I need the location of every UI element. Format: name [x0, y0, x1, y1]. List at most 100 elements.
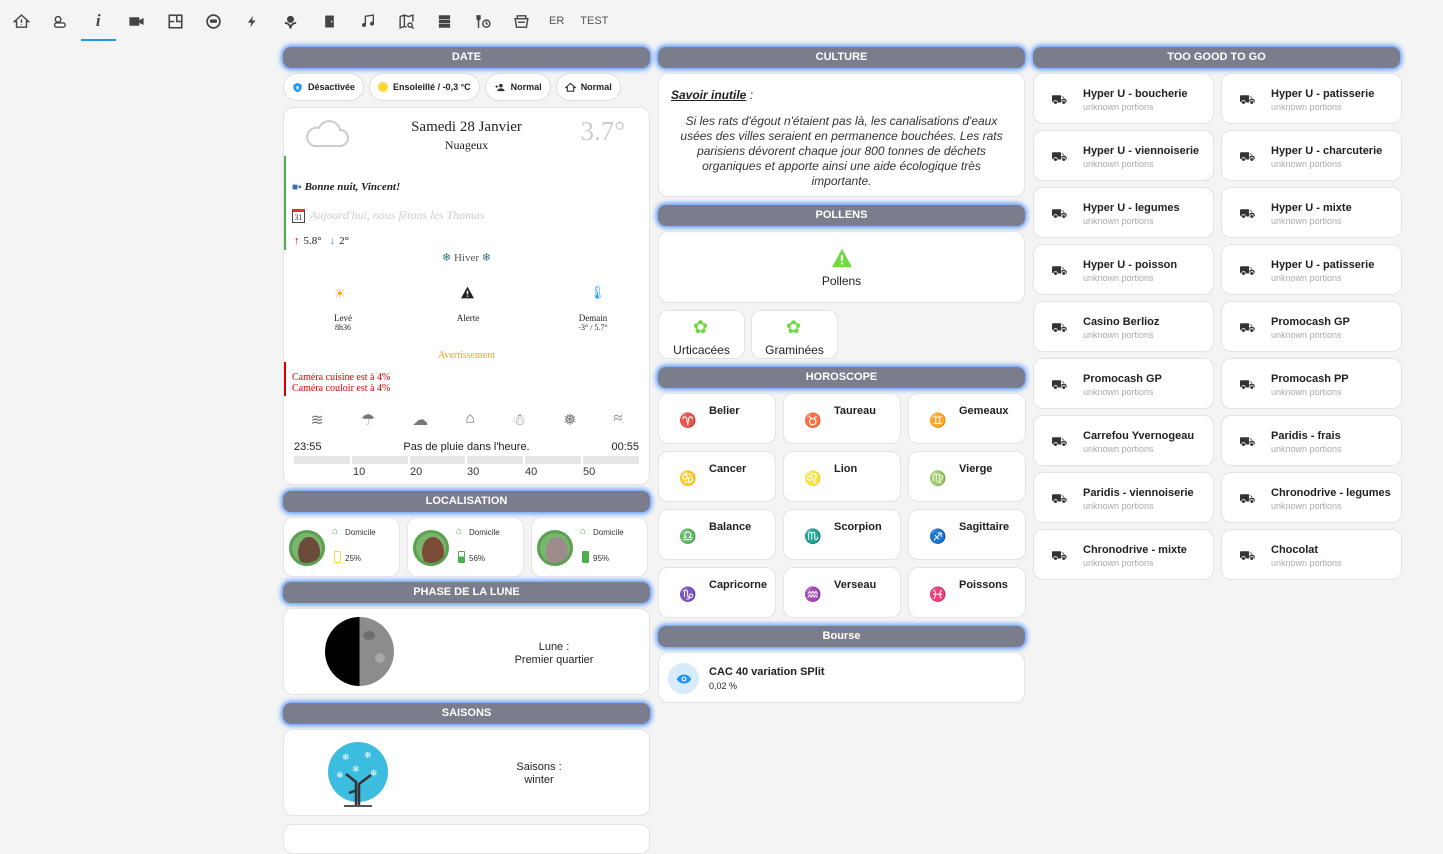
store-card[interactable]: ⛟ Hyper U - patisserie unknown portions	[1221, 244, 1402, 295]
store-portions: unknown portions	[1271, 387, 1342, 397]
floorplan-icon[interactable]	[156, 1, 195, 41]
store-card[interactable]: ⛟ Chocolat unknown portions	[1221, 529, 1402, 580]
culture-card[interactable]: Savoir inutile : Si les rats d'égout n'é…	[658, 73, 1025, 197]
map-search-icon[interactable]	[387, 1, 426, 41]
rain-forecast: 23:55 Pas de pluie dans l'heure. 00:55	[294, 441, 639, 453]
sign-card[interactable]: ♐ Sagittaire	[908, 509, 1026, 560]
pollen-card-graminees[interactable]: ✿ Graminées	[751, 310, 838, 359]
alarm-chip[interactable]: Désactivée	[283, 73, 365, 101]
sign-card[interactable]: ♊ Gemeaux	[908, 393, 1026, 444]
store-card[interactable]: ⛟ Carrefou Yvernogeau unknown portions	[1033, 415, 1214, 466]
sign-card[interactable]: ♒ Verseau	[783, 567, 901, 618]
store-card[interactable]: ⛟ Hyper U - patisserie unknown portions	[1221, 73, 1402, 124]
basket-icon: ⛟	[1051, 149, 1068, 164]
person-status: Domicile	[593, 528, 624, 537]
sign-card[interactable]: ♎ Balance	[658, 509, 776, 560]
zodiac-icon: ♈	[679, 412, 697, 428]
weather-card[interactable]: Samedi 28 Janvier Nuageux 3.7° ■▪ Bonne n…	[283, 107, 650, 485]
weather-icon[interactable]	[41, 1, 80, 41]
home-mode-chip[interactable]: Normal	[555, 73, 621, 101]
snow-cloud-icon: ☃	[511, 412, 527, 429]
zodiac-icon: ♑	[679, 586, 697, 602]
store-card[interactable]: ⛟ Hyper U - legumes unknown portions	[1033, 187, 1214, 238]
store-card[interactable]: ⛟ Promocash GP unknown portions	[1033, 358, 1214, 409]
weather-chip-label: Ensoleillé / -0,3 °C	[393, 82, 471, 92]
robot-vacuum-icon[interactable]	[195, 1, 234, 41]
sign-name: Belier	[709, 405, 740, 417]
person-card[interactable]: ⌂ Domicile 95%	[531, 517, 648, 577]
seasons-card[interactable]: ❄ ❄ ❄ ❄ ❄ Saisons : winter	[283, 729, 650, 816]
sign-card[interactable]: ♑ Capricorne	[658, 567, 776, 618]
door-icon[interactable]	[310, 1, 349, 41]
sign-card[interactable]: ♏ Scorpion	[783, 509, 901, 560]
sign-name: Gemeaux	[959, 405, 1009, 417]
pollen-card-urticacees[interactable]: ✿ Urticacées	[658, 310, 745, 359]
horoscope-grid: ♈ Belier ♉ Taureau ♊ Gemeaux ♋ Cancer ♌ Lion …	[658, 393, 1026, 618]
column-right: TOO GOOD TO GO ⛟ Hyper U - boucherie unkno…	[1033, 47, 1402, 580]
sign-card[interactable]: ♉ Taureau	[783, 393, 901, 444]
pollens-card[interactable]: Pollens	[658, 231, 1025, 303]
person-card[interactable]: ⌂ Domicile 25%	[283, 517, 400, 577]
presence-chip[interactable]: Normal	[484, 73, 551, 101]
store-card[interactable]: ⛟ Paridis - viennoiserie unknown portions	[1033, 472, 1214, 523]
tools-icon[interactable]	[464, 1, 503, 41]
basket-icon: ⛟	[1051, 548, 1068, 563]
sign-card[interactable]: ♋ Cancer	[658, 451, 776, 502]
music-icon[interactable]	[349, 1, 388, 41]
store-name: Paridis - frais	[1271, 430, 1341, 442]
tick-label: 50	[583, 466, 596, 478]
store-card[interactable]: ⛟ Paridis - frais unknown portions	[1221, 415, 1402, 466]
rain-cloud-icon: ☂	[360, 412, 376, 429]
tab-test[interactable]: TEST	[572, 1, 616, 41]
store-card[interactable]: ⛟ Hyper U - poisson unknown portions	[1033, 244, 1214, 295]
store-card[interactable]: ⛟ Chronodrive - mixte unknown portions	[1033, 529, 1214, 580]
store-card[interactable]: ⛟ Hyper U - charcuterie unknown portions	[1221, 130, 1402, 181]
store-card[interactable]: ⛟ Hyper U - viennoiserie unknown portions	[1033, 130, 1214, 181]
store-name: Hyper U - legumes	[1083, 202, 1180, 214]
basket-icon: ⛟	[1239, 491, 1256, 506]
feeder-icon[interactable]	[503, 1, 542, 41]
home-icon: ⌂	[456, 526, 463, 537]
presence-chip-label: Normal	[510, 82, 542, 92]
tgtg-grid: ⛟ Hyper U - boucherie unknown portions ⛟ Hy…	[1033, 73, 1402, 580]
store-card[interactable]: ⛟ Promocash GP unknown portions	[1221, 301, 1402, 352]
moon-card[interactable]: Lune : Premier quartier	[283, 608, 650, 695]
flower-icon[interactable]	[272, 1, 311, 41]
sign-name: Balance	[709, 521, 752, 533]
rain-timeline	[294, 456, 639, 464]
zodiac-icon: ♍	[929, 470, 947, 486]
store-name: Carrefou Yvernogeau	[1083, 430, 1195, 442]
store-card[interactable]: ⛟ Promocash PP unknown portions	[1221, 358, 1402, 409]
home-alert-icon[interactable]	[2, 1, 41, 41]
sign-card[interactable]: ♈ Belier	[658, 393, 776, 444]
rain-start-time: 23:55	[294, 441, 322, 453]
tgtg-header: TOO GOOD TO GO	[1033, 47, 1400, 68]
sign-card[interactable]: ♍ Vierge	[908, 451, 1026, 502]
camera-icon[interactable]	[118, 1, 157, 41]
snowflake-outline-icon: ❅	[563, 412, 577, 429]
tab-er[interactable]: ER	[541, 1, 572, 41]
store-card[interactable]: ⛟ Hyper U - mixte unknown portions	[1221, 187, 1402, 238]
weather-chip[interactable]: Ensoleillé / -0,3 °C	[369, 73, 480, 101]
snowflake-icon: ❄	[442, 252, 452, 264]
stock-value: 0,02 %	[709, 681, 738, 691]
sign-card[interactable]: ♓ Poissons	[908, 567, 1026, 618]
flash-icon[interactable]	[233, 1, 272, 41]
person-card[interactable]: ⌂ Domicile 56%	[407, 517, 524, 577]
thermometer-icon: 🌡	[589, 285, 606, 300]
store-name: Chronodrive - legumes	[1271, 487, 1391, 499]
home-icon: ⌂	[332, 526, 339, 537]
server-icon[interactable]	[426, 1, 465, 41]
sign-card[interactable]: ♌ Lion	[783, 451, 901, 502]
bourse-card[interactable]: CAC 40 variation SPlit 0,02 %	[658, 652, 1025, 703]
tick-label: 30	[467, 466, 480, 478]
season-name: Hiver	[453, 252, 480, 264]
culture-text: Si les rats d'égout n'étaient pas là, le…	[680, 114, 1003, 188]
store-card[interactable]: ⛟ Casino Berlioz unknown portions	[1033, 301, 1214, 352]
store-card[interactable]: ⛟ Hyper U - boucherie unknown portions	[1033, 73, 1214, 124]
home-outline-icon	[564, 82, 576, 92]
store-name: Casino Berlioz	[1083, 316, 1160, 328]
sign-name: Verseau	[834, 579, 877, 591]
store-card[interactable]: ⛟ Chronodrive - legumes unknown portions	[1221, 472, 1402, 523]
info-icon[interactable]: i	[79, 1, 118, 41]
